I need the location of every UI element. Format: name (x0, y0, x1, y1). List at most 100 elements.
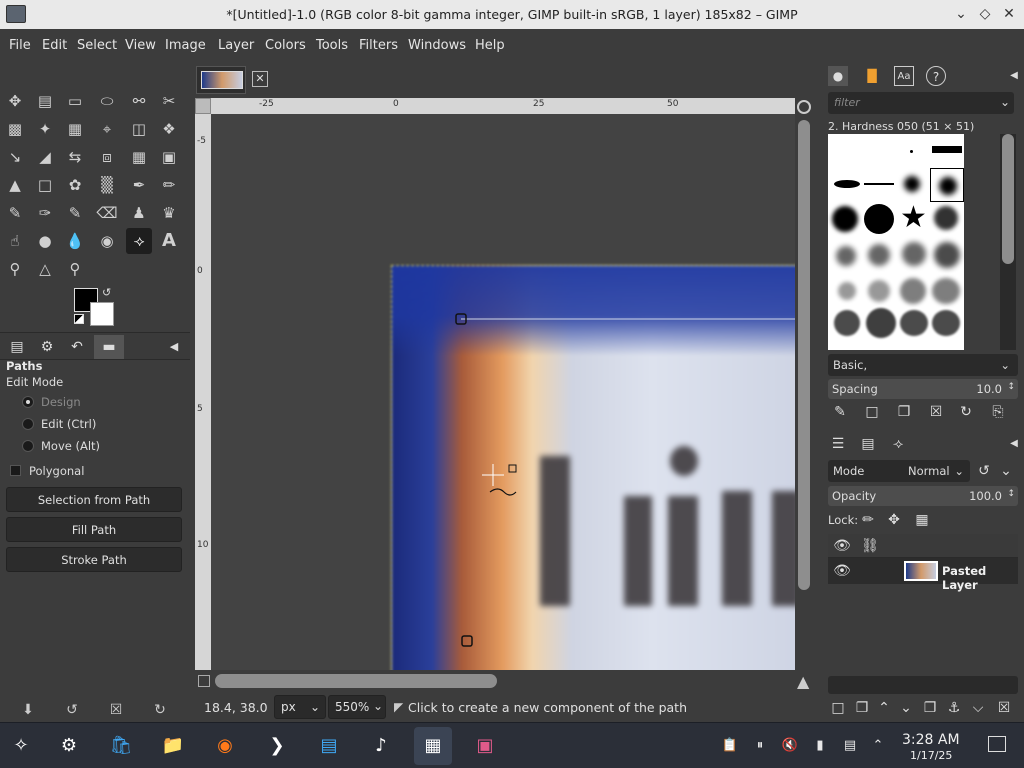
paths-tool-icon[interactable]: ⟢ (126, 228, 152, 254)
brush-item[interactable] (864, 183, 894, 185)
images-tab[interactable]: ▬ (94, 335, 124, 359)
vertical-ruler[interactable]: -5 0 5 10 (195, 114, 211, 670)
mode-chevron-down-icon[interactable]: ⌄ (996, 461, 1016, 481)
rect-select-icon[interactable]: ▭ (62, 88, 88, 114)
smudge-tool-icon[interactable]: ☝ (2, 228, 28, 254)
shear-tool-icon[interactable]: ↘ (2, 144, 28, 170)
star-brush[interactable]: ★ (900, 200, 927, 235)
eraser-icon[interactable]: ⌫ (94, 200, 120, 226)
brush-item[interactable] (868, 244, 890, 266)
horizontal-ruler[interactable]: -25 0 25 50 (211, 98, 795, 114)
duplicate-brush-icon[interactable]: ❐ (894, 402, 914, 422)
refresh-brushes-icon[interactable]: ↻ (956, 402, 976, 422)
terminal-icon[interactable]: ❯ (258, 727, 296, 765)
volume-muted-icon[interactable]: 🔇 (780, 736, 800, 756)
mode-move-radio[interactable] (22, 440, 34, 452)
clock-date[interactable]: 1/17/25 (910, 749, 952, 762)
dodge-burn-icon[interactable]: ● (32, 228, 58, 254)
gradient-tool-icon[interactable]: ▒ (94, 172, 120, 198)
clipboard-icon[interactable]: 📋 (720, 736, 740, 756)
mypaint-brush-icon[interactable]: ✎ (62, 200, 88, 226)
warp-transform-icon[interactable]: ❖ (156, 116, 182, 142)
fuzzy-select-icon[interactable]: ▩ (2, 116, 28, 142)
lock-alpha-icon[interactable]: ▦ (912, 510, 932, 530)
zoom-tool-icon[interactable]: ⚲ (62, 256, 88, 282)
mode-design-radio[interactable] (22, 396, 34, 408)
delete-options-icon[interactable]: ☒ (106, 700, 126, 720)
canvas[interactable] (211, 114, 795, 670)
layer-mode-select[interactable]: Mode Normal ⌄ (828, 460, 970, 482)
new-layer-icon[interactable]: ❐ (852, 698, 872, 718)
gimp-task-icon[interactable]: ▦ (414, 727, 452, 765)
delete-brush-icon[interactable]: ☒ (926, 402, 946, 422)
move-tool-icon[interactable]: ✥ (2, 88, 28, 114)
magic-wand-icon[interactable]: ✦ (32, 116, 58, 142)
open-brush-icon[interactable]: ⎘ (988, 402, 1008, 422)
zoom-image-icon[interactable] (797, 100, 811, 114)
delete-layer-icon[interactable]: ☒ (994, 698, 1014, 718)
mode-edit-radio[interactable] (22, 418, 34, 430)
discover-icon[interactable]: 🛍 (102, 727, 140, 765)
spacing-slider[interactable]: Spacing 10.0 ↕ (828, 379, 1018, 399)
ink-tool-icon[interactable]: ✑ (32, 200, 58, 226)
unit-select[interactable]: px ⌄ (274, 695, 326, 719)
selected-brush[interactable] (930, 168, 964, 202)
show-desktop-icon[interactable] (988, 736, 1006, 752)
brush-item[interactable] (934, 242, 960, 268)
swap-colors-icon[interactable]: ↺ (102, 286, 111, 299)
foreground-select-icon[interactable]: ▦ (62, 116, 88, 142)
text-tool-icon[interactable]: A (156, 228, 182, 254)
battery-icon[interactable]: ▮ (810, 736, 830, 756)
maximize-icon[interactable]: ◇ (974, 3, 996, 25)
navigate-icon[interactable] (198, 675, 210, 687)
airbrush-icon[interactable]: ✎ (2, 200, 28, 226)
bucket-fill-icon[interactable]: ▲ (2, 172, 28, 198)
spin-icon[interactable]: ↕ (1007, 377, 1015, 397)
close-tab-icon[interactable]: ✕ (252, 71, 268, 87)
filter-chevron-down-icon[interactable]: ⌄ (1000, 95, 1010, 109)
brush-item[interactable] (832, 206, 858, 232)
brush-item[interactable] (836, 246, 856, 266)
polygonal-checkbox[interactable] (10, 465, 21, 476)
configure-tab-icon[interactable]: ◀ (164, 335, 184, 359)
vertical-scroll-thumb[interactable] (798, 120, 810, 590)
menu-help[interactable]: Help (475, 38, 505, 53)
clone-tool-icon[interactable]: ♟ (126, 200, 152, 226)
menu-select[interactable]: Select (77, 38, 117, 53)
restore-options-icon[interactable]: ↺ (62, 700, 82, 720)
perspective-tool-icon[interactable]: ◢ (32, 144, 58, 170)
quick-mask-toggle[interactable] (195, 98, 211, 114)
edit-brush-icon[interactable]: ✎ (830, 402, 850, 422)
fill-path-button[interactable]: Fill Path (6, 517, 182, 542)
background-color-swatch[interactable] (90, 302, 114, 326)
brush-item[interactable] (910, 150, 913, 153)
tool-options-tab[interactable]: ▤ (2, 335, 32, 359)
undo-history-tab[interactable]: ↶ (62, 335, 92, 359)
new-brush-icon[interactable]: □ (862, 402, 882, 422)
brush-item[interactable] (864, 204, 894, 234)
brush-grid[interactable]: ★ (828, 134, 964, 350)
save-options-icon[interactable]: ⬇ (18, 700, 38, 720)
clock-time[interactable]: 3:28 AM (902, 732, 960, 748)
merge-layer-icon[interactable]: ⌵ (968, 698, 988, 718)
paths-tab[interactable]: ⟢ (888, 434, 908, 454)
default-colors-icon[interactable] (74, 314, 84, 324)
menu-filters[interactable]: Filters (359, 38, 398, 53)
reset-options-icon[interactable]: ↻ (150, 700, 170, 720)
audio-app-icon[interactable]: ♪ (362, 727, 400, 765)
brush-item[interactable] (932, 278, 960, 304)
layers-scrollbar[interactable] (828, 676, 1018, 694)
horizontal-scroll-thumb[interactable] (215, 674, 497, 688)
spin-icon[interactable]: ↕ (1007, 484, 1015, 504)
configure-brushes-icon[interactable]: ◀ (1004, 66, 1024, 86)
tray-expand-icon[interactable]: ⌃ (868, 736, 888, 756)
screenshot-app-icon[interactable]: ▣ (466, 727, 504, 765)
menu-layer[interactable]: Layer (218, 38, 254, 53)
brush-item[interactable] (866, 308, 896, 338)
horizontal-scrollbar[interactable] (211, 671, 795, 691)
scissors-icon[interactable]: ✂ (156, 88, 182, 114)
configure-layers-icon[interactable]: ◀ (1004, 434, 1024, 454)
image-nav-icon[interactable]: ▲ (797, 672, 809, 691)
firefox-icon[interactable]: ◉ (206, 727, 244, 765)
zoom-chevron-down-icon[interactable]: ⌄ (368, 695, 388, 719)
